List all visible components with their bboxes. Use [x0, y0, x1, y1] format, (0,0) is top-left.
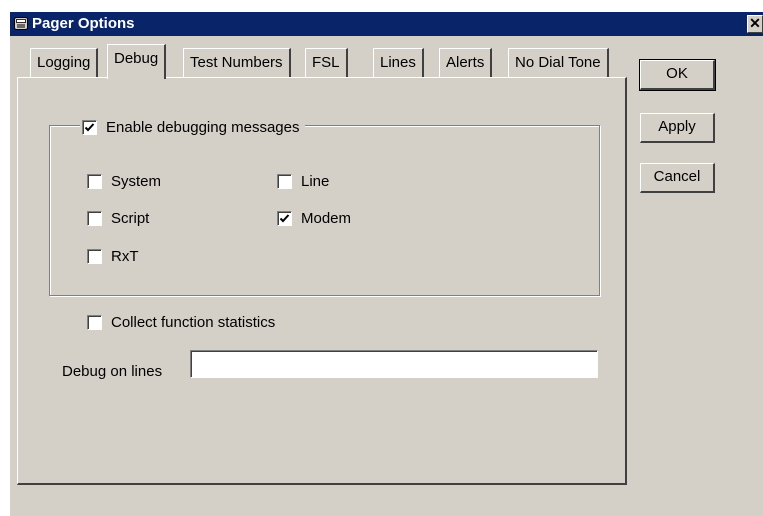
- cancel-button[interactable]: Cancel: [640, 163, 715, 193]
- title-bar[interactable]: Pager Options ✕: [10, 12, 763, 36]
- collect-statistics-checkbox[interactable]: Collect function statistics: [87, 313, 275, 331]
- debug-on-lines-input[interactable]: [190, 350, 598, 378]
- tab-lines[interactable]: Lines: [373, 48, 424, 78]
- tab-label: Logging: [37, 54, 91, 71]
- tab-label: FSL: [312, 54, 340, 71]
- modem-label: Modem: [301, 209, 352, 227]
- enable-debugging-label: Enable debugging messages: [106, 118, 300, 136]
- checkbox-box: [87, 210, 102, 226]
- modem-checkbox[interactable]: Modem: [277, 209, 351, 227]
- tab-debug[interactable]: Debug: [107, 44, 167, 79]
- tab-label: No Dial Tone: [515, 54, 601, 71]
- rxt-checkbox[interactable]: RxT: [87, 247, 139, 265]
- line-label: Line: [301, 172, 330, 190]
- apply-button[interactable]: Apply: [640, 113, 715, 143]
- script-checkbox[interactable]: Script: [87, 209, 149, 227]
- script-label: Script: [111, 209, 150, 227]
- enable-debugging-checkbox[interactable]: Enable debugging messages: [80, 118, 306, 136]
- checkbox-box: [87, 173, 102, 189]
- tab-logging[interactable]: Logging: [30, 48, 99, 78]
- tab-label: Lines: [380, 54, 416, 71]
- tab-test-numbers[interactable]: Test Numbers: [183, 48, 291, 78]
- collect-statistics-label: Collect function statistics: [111, 313, 276, 331]
- tab-fsl[interactable]: FSL: [305, 48, 348, 78]
- system-label: System: [111, 172, 162, 190]
- rxt-label: RxT: [111, 247, 139, 265]
- checkbox-box: [87, 248, 102, 264]
- tab-alerts[interactable]: Alerts: [439, 48, 493, 78]
- ok-button[interactable]: OK: [639, 59, 716, 91]
- check-mark-icon: [279, 213, 290, 222]
- tab-label: Alerts: [446, 54, 485, 71]
- system-checkbox[interactable]: System: [87, 172, 161, 190]
- window-title: Pager Options: [32, 15, 135, 32]
- debug-on-lines-label: Debug on lines: [62, 363, 163, 380]
- tab-no-dial-tone[interactable]: No Dial Tone: [508, 48, 609, 78]
- checkbox-box: [87, 314, 102, 330]
- line-checkbox[interactable]: Line: [277, 172, 329, 190]
- checkbox-box: [277, 210, 292, 226]
- close-icon[interactable]: ✕: [747, 15, 763, 33]
- tab-label: Debug: [114, 50, 159, 67]
- checkbox-box: [82, 119, 97, 135]
- checkbox-box: [277, 173, 292, 189]
- check-mark-icon: [84, 122, 95, 131]
- tab-label: Test Numbers: [190, 54, 283, 71]
- app-icon: [14, 17, 28, 30]
